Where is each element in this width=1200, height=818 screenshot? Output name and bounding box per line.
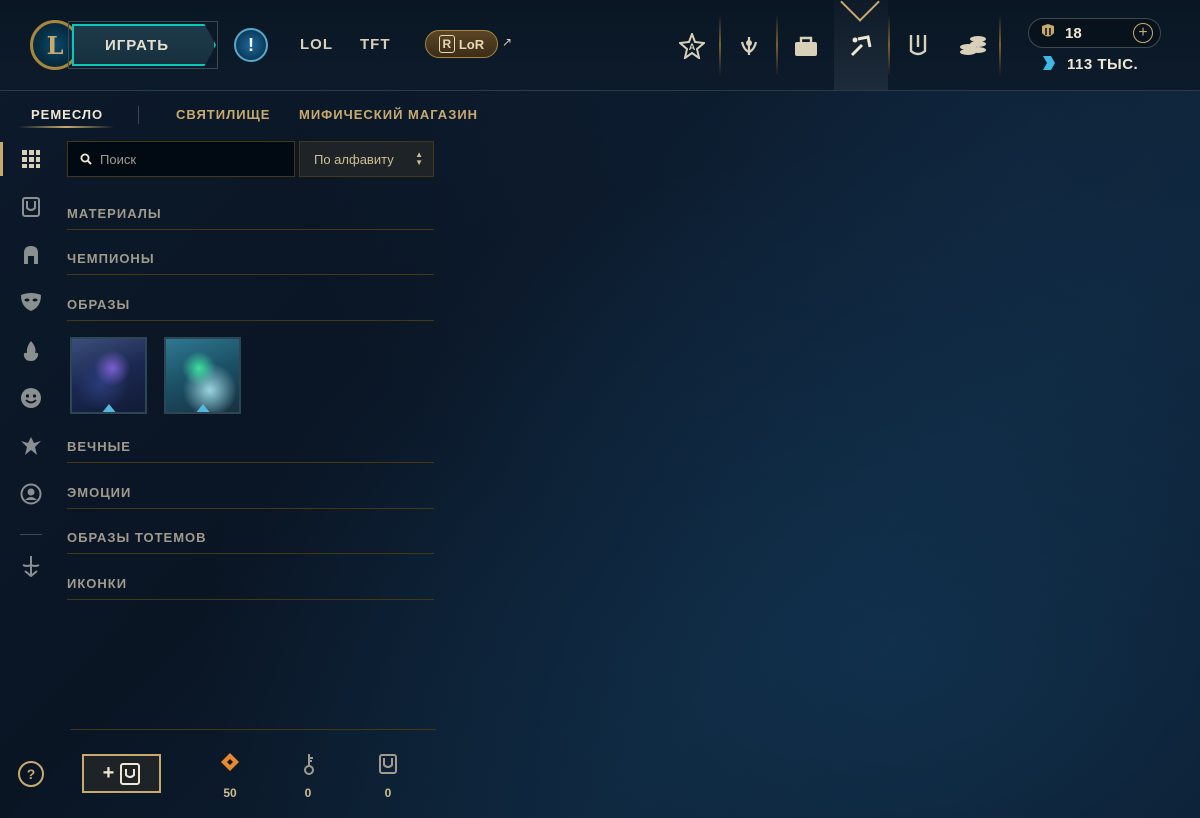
category-materials[interactable]: МАТЕРИАЛЫ [67,206,434,230]
sort-selected-label: По алфавиту [314,151,394,167]
profile-laurel-icon[interactable] [731,28,767,64]
store-coins-icon[interactable] [955,28,991,64]
play-button[interactable]: ИГРАТЬ [72,24,216,66]
nav-separator [719,14,721,76]
tab-tft[interactable]: TFT [360,36,391,53]
nav-separator [776,14,778,76]
orange-essence-count: 50 [223,786,237,800]
category-icons[interactable]: ИКОНКИ [67,576,434,600]
key-count: 0 [304,786,312,800]
skin-shard-tile[interactable] [70,337,147,414]
sort-dropdown[interactable]: По алфавиту ▲ ▼ [299,141,434,177]
rail-separator [20,534,42,535]
nav-separator [888,14,890,76]
skin-mask-icon[interactable] [17,288,45,316]
chest-count: 0 [384,786,392,800]
misc-loot-icon[interactable] [17,552,45,580]
subtab-sanctuary[interactable]: СВЯТИЛИЩЕ [176,107,270,122]
bottom-divider [70,729,436,730]
lor-button[interactable]: R LoR [425,30,498,58]
champion-helmet-icon[interactable] [17,241,45,269]
plus-icon: + [102,762,115,784]
sort-arrows-icon: ▲ ▼ [415,150,423,167]
category-skins[interactable]: ОБРАЗЫ [67,297,434,321]
subtab-mythic-shop[interactable]: МИФИЧЕСКИЙ МАГАЗИН [299,107,478,122]
svg-text:A: A [689,42,696,52]
emote-face-icon[interactable] [17,384,45,412]
search-icon [80,153,92,165]
grid-all-icon[interactable] [17,145,45,173]
riot-points-value: 18 [1065,25,1082,42]
external-link-icon: ↗ [502,35,513,49]
key-icon [297,751,321,777]
home-crest-icon[interactable]: A [674,28,710,64]
search-input[interactable] [100,151,280,167]
alert-icon[interactable]: ! [234,28,268,62]
collection-bag-icon[interactable] [788,28,824,64]
ward-totem-icon[interactable] [17,432,45,460]
subtab-active-underline [18,126,114,128]
riot-points-icon [1040,23,1056,46]
eternals-flame-icon[interactable] [17,337,45,365]
category-eternals[interactable]: ВЕЧНЫЕ [67,439,434,463]
rail-active-indicator [0,142,3,176]
loot-hammer-icon[interactable] [843,28,879,64]
category-emotes[interactable]: ЭМОЦИИ [67,485,434,509]
skin-shard-tile[interactable] [164,337,241,414]
add-rp-button[interactable]: + [1133,23,1153,43]
category-ward-skins[interactable]: ОБРАЗЫ ТОТЕМОВ [67,530,434,554]
help-button[interactable]: ? [18,761,44,787]
nav-separator [999,14,1001,76]
add-chest-button[interactable]: + [82,754,161,793]
chest-icon [120,762,141,785]
category-champions[interactable]: ЧЕМПИОНЫ [67,251,434,275]
subtab-separator [138,106,139,124]
subtab-crafting[interactable]: РЕМЕСЛО [31,107,103,122]
lor-logo-icon: R [438,35,455,53]
clash-banner-icon[interactable] [900,28,936,64]
blue-essence-value: 113 ТЫС. [1067,56,1139,73]
profile-icon-filter-icon[interactable] [17,480,45,508]
orange-essence-icon [218,751,242,777]
chest-icon [376,751,400,777]
search-field[interactable] [67,141,295,177]
shard-marker-icon [194,404,211,412]
tab-lol[interactable]: LOL [300,36,333,53]
chest-filter-icon[interactable] [17,193,45,221]
blue-essence-icon [1040,54,1056,77]
lor-label: LoR [458,36,485,52]
shard-marker-icon [100,404,117,412]
